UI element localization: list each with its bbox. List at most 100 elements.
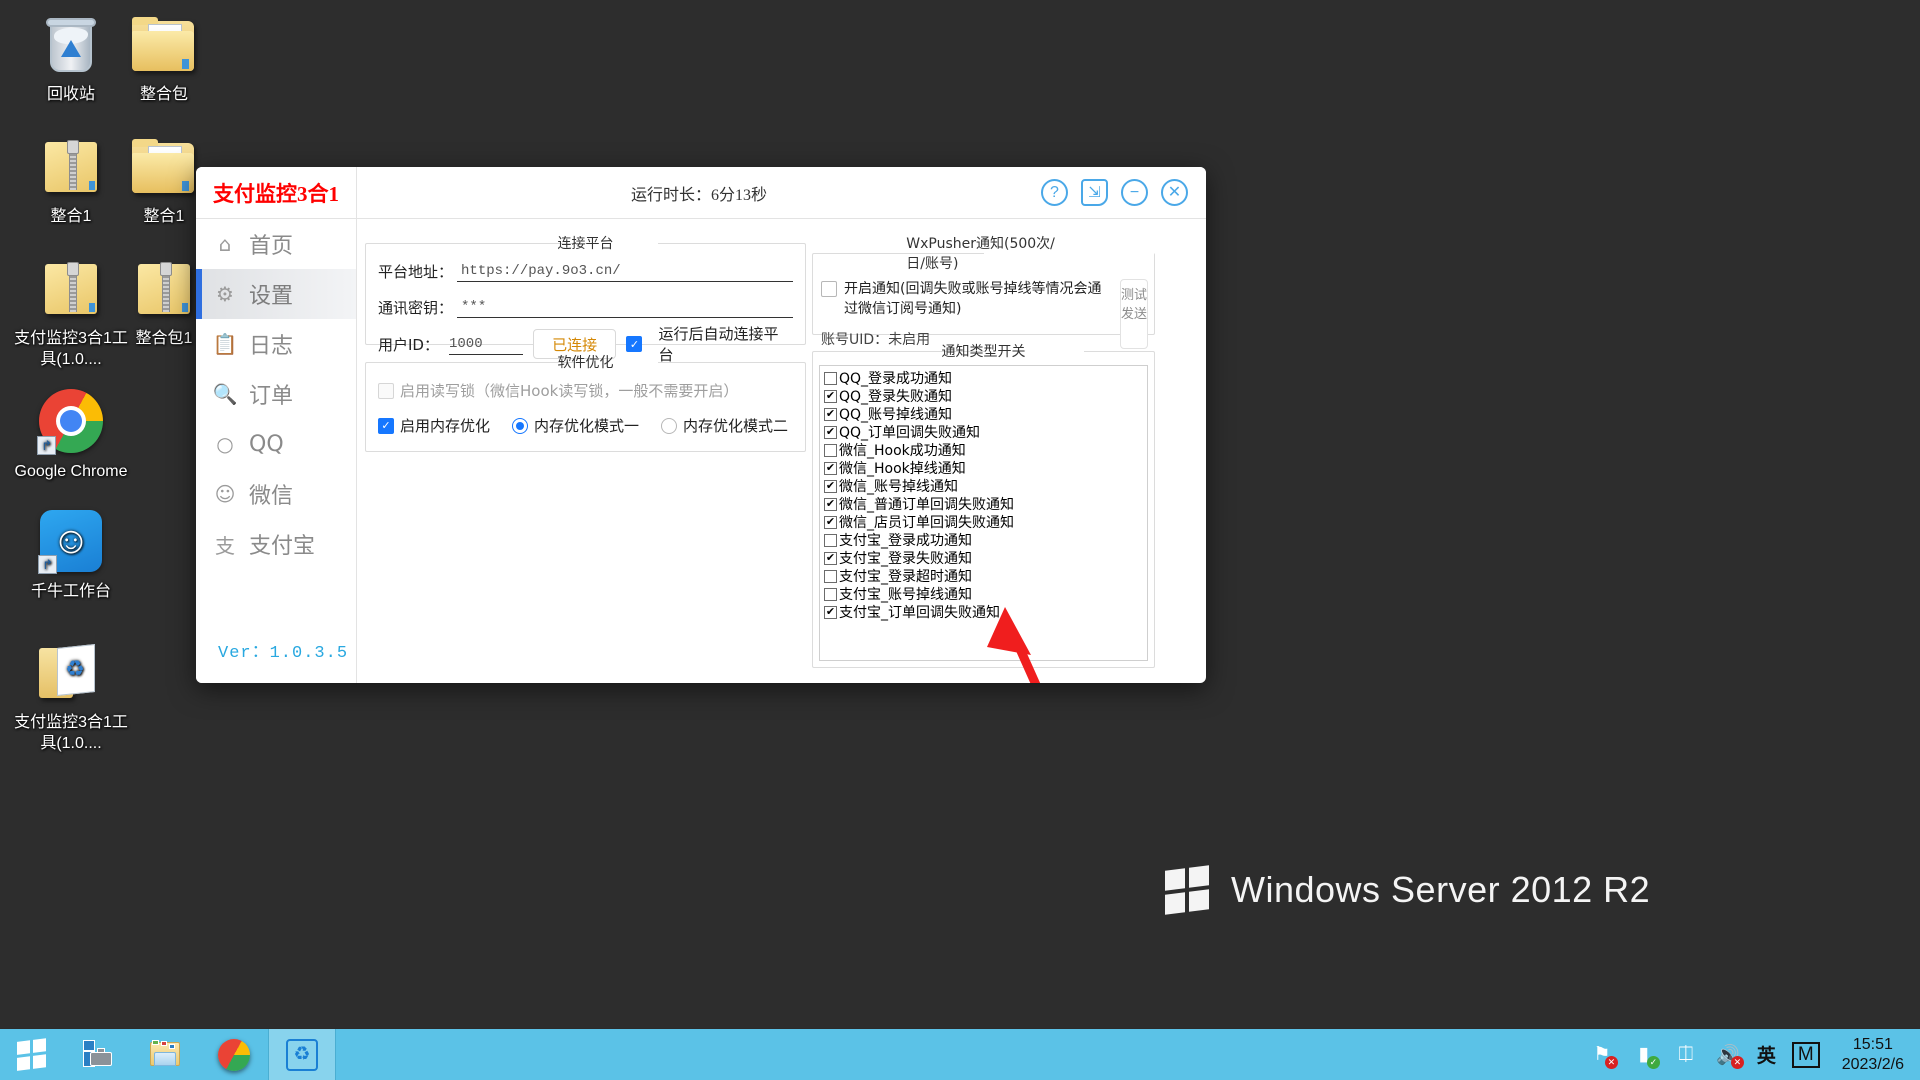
help-button[interactable]: ? <box>1041 179 1068 206</box>
notify-type-row[interactable]: 支付宝_登录超时通知 <box>824 567 1143 585</box>
sidebar-item-logs[interactable]: 📋 日志 <box>196 319 356 369</box>
windows-start-icon[interactable] <box>0 1029 64 1080</box>
sidebar-item-home[interactable]: ⌂ 首页 <box>196 219 356 269</box>
taskbar-file-explorer[interactable] <box>132 1029 200 1080</box>
window-controls: ? ⇲ − ✕ <box>1041 167 1206 218</box>
window-title-bar[interactable]: 支付监控3合1 运行时长：6分13秒 ? ⇲ − ✕ <box>196 167 1206 219</box>
notify-type-row[interactable]: 支付宝_订单回调失败通知 <box>824 603 1143 621</box>
notify-type-checkbox[interactable] <box>824 605 837 619</box>
memory-mode-two-radio[interactable] <box>661 417 678 434</box>
tray-remote-icon[interactable]: ⎅ <box>1673 1042 1699 1068</box>
desktop-icon-zhenghebao[interactable]: 整合包 <box>105 8 223 105</box>
comm-key-value: *** <box>461 298 487 315</box>
memory-optimization-checkbox[interactable] <box>378 417 394 434</box>
test-send-button[interactable]: 测试发送 <box>1120 279 1148 349</box>
notify-type-checkbox[interactable] <box>824 389 837 403</box>
error-badge: ✕ <box>1604 1055 1618 1069</box>
taskbar-server-manager[interactable] <box>64 1029 132 1080</box>
notify-type-row[interactable]: QQ_登录成功通知 <box>824 369 1143 387</box>
notify-type-row[interactable]: 支付宝_账号掉线通知 <box>824 585 1143 603</box>
desktop-icon-payment-monitor-folder[interactable]: ♻ 支付监控3合1工具(1.0.... <box>12 636 130 754</box>
notify-type-label: QQ_账号掉线通知 <box>839 407 953 423</box>
sidebar-item-label: QQ <box>249 431 284 457</box>
app-brand-title: 支付监控3合1 <box>196 167 357 218</box>
connect-platform-legend: 连接平台 <box>557 236 614 252</box>
desktop-icon-qianniu[interactable]: ☺ ↱ 千牛工作台 <box>12 505 130 602</box>
notify-type-row[interactable]: 支付宝_登录成功通知 <box>824 531 1143 549</box>
gear-icon: ⚙ <box>216 282 234 306</box>
notify-type-checkbox[interactable] <box>824 461 837 475</box>
notify-type-label: 支付宝_账号掉线通知 <box>839 587 972 603</box>
sidebar-item-alipay[interactable]: 支 支付宝 <box>196 519 356 569</box>
notify-type-checkbox[interactable] <box>824 569 837 583</box>
sidebar-item-settings[interactable]: ⚙ 设置 <box>196 269 356 319</box>
notify-type-checkbox[interactable] <box>824 479 837 493</box>
notify-type-checkbox[interactable] <box>824 425 837 439</box>
home-icon: ⌂ <box>218 232 232 256</box>
wxpusher-enable-checkbox[interactable] <box>821 281 837 297</box>
notify-type-row[interactable]: QQ_登录失败通知 <box>824 387 1143 405</box>
notify-type-checkbox[interactable] <box>824 407 837 421</box>
taskbar-app-window[interactable]: ♻ <box>268 1029 336 1080</box>
memory-mode-one-radio[interactable] <box>512 417 529 434</box>
version-label: Ver：1.0.3.5 <box>218 644 349 663</box>
notify-type-checkbox[interactable] <box>824 443 837 457</box>
notify-type-label: QQ_登录成功通知 <box>839 371 953 387</box>
clock-date: 2023/2/6 <box>1841 1055 1904 1073</box>
platform-address-row: 平台地址： https://pay.9o3.cn/ <box>366 253 805 289</box>
minimize-to-tray-button[interactable]: ⇲ <box>1081 179 1108 206</box>
ime-mode-indicator[interactable]: M <box>1791 1041 1820 1068</box>
notify-type-row[interactable]: 微信_Hook成功通知 <box>824 441 1143 459</box>
rwlock-row: 启用读写锁（微信Hook读写锁，一般不需要开启） <box>366 372 805 401</box>
minimize-button[interactable]: − <box>1121 179 1148 206</box>
sidebar-item-label: 订单 <box>249 384 294 409</box>
wxpusher-group: WxPusher通知(500次/日/账号) 开启通知(回调失败或账号掉线等情况会… <box>812 233 1155 349</box>
wxpusher-enable-row: 开启通知(回调失败或账号掉线等情况会通过微信订阅号通知) <box>821 279 1114 319</box>
notify-type-label: 微信_Hook成功通知 <box>839 443 966 459</box>
tray-network-icon[interactable]: ▮ ✓ <box>1631 1042 1660 1069</box>
notify-type-row[interactable]: QQ_订单回调失败通知 <box>824 423 1143 441</box>
notify-types-list[interactable]: QQ_登录成功通知 QQ_登录失败通知 QQ_账号掉线通知 QQ_订单回调失败通知微信… <box>819 365 1148 661</box>
notify-type-label: 微信_店员订单回调失败通知 <box>839 515 1014 531</box>
desktop-icon-google-chrome[interactable]: ↱ Google Chrome <box>12 385 130 482</box>
tray-volume-icon[interactable]: 🔊 ✕ <box>1715 1042 1744 1069</box>
ime-language-indicator[interactable]: 英 <box>1757 1041 1776 1068</box>
notify-type-row[interactable]: 支付宝_登录失败通知 <box>824 549 1143 567</box>
sidebar-item-label: 日志 <box>249 334 294 359</box>
clock[interactable]: 15:51 2023/2/6 <box>1836 1035 1904 1075</box>
memory-mode-two-label: 内存优化模式二 <box>683 417 789 435</box>
notify-type-checkbox[interactable] <box>824 515 837 529</box>
rwlock-checkbox[interactable] <box>378 382 394 399</box>
sidebar-item-wechat[interactable]: ☺ 微信 <box>196 469 356 519</box>
notify-type-row[interactable]: 微信_普通订单回调失败通知 <box>824 495 1143 513</box>
notify-type-row[interactable]: 微信_Hook掉线通知 <box>824 459 1143 477</box>
notify-type-row[interactable]: 微信_账号掉线通知 <box>824 477 1143 495</box>
taskbar-chrome[interactable] <box>200 1029 268 1080</box>
folder-icon <box>105 8 223 80</box>
notify-type-row[interactable]: QQ_账号掉线通知 <box>824 405 1143 423</box>
desktop-icon-label: 整合包 <box>139 86 188 103</box>
notify-type-checkbox[interactable] <box>824 551 837 565</box>
order-search-icon: 🔍 <box>212 382 238 406</box>
autoconnect-checkbox[interactable] <box>626 336 643 352</box>
memory-optimization-row: 启用内存优化 内存优化模式一 内存优化模式二 <box>366 401 805 436</box>
desktop-icon-label: 支付监控3合1工具(1.0.... <box>14 714 128 752</box>
os-watermark-text: Windows Server 2012 R2 <box>1231 869 1651 910</box>
notify-type-checkbox[interactable] <box>824 497 837 511</box>
comm-key-input[interactable]: *** <box>457 297 793 318</box>
platform-address-input[interactable]: https://pay.9o3.cn/ <box>457 261 793 282</box>
notify-type-row[interactable]: 微信_店员订单回调失败通知 <box>824 513 1143 531</box>
sidebar-item-qq[interactable]: ○ QQ <box>196 419 356 469</box>
notify-type-checkbox[interactable] <box>824 371 837 385</box>
sidebar: ⌂ 首页 ⚙ 设置 📋 日志 🔍 订单 ○ QQ ☺ 微信 支 支付宝 Ver：… <box>196 219 357 683</box>
notify-type-checkbox[interactable] <box>824 533 837 547</box>
notify-type-checkbox[interactable] <box>824 587 837 601</box>
notify-type-label: QQ_登录失败通知 <box>839 389 953 405</box>
sidebar-item-orders[interactable]: 🔍 订单 <box>196 369 356 419</box>
alipay-icon: 支 <box>215 533 235 558</box>
close-button[interactable]: ✕ <box>1161 179 1188 206</box>
comm-key-row: 通讯密钥： *** <box>366 289 805 325</box>
tray-flag-icon[interactable]: ⚑ ✕ <box>1589 1042 1618 1069</box>
notify-type-label: 支付宝_登录失败通知 <box>839 551 972 567</box>
memory-optimization-label: 启用内存优化 <box>400 417 491 435</box>
